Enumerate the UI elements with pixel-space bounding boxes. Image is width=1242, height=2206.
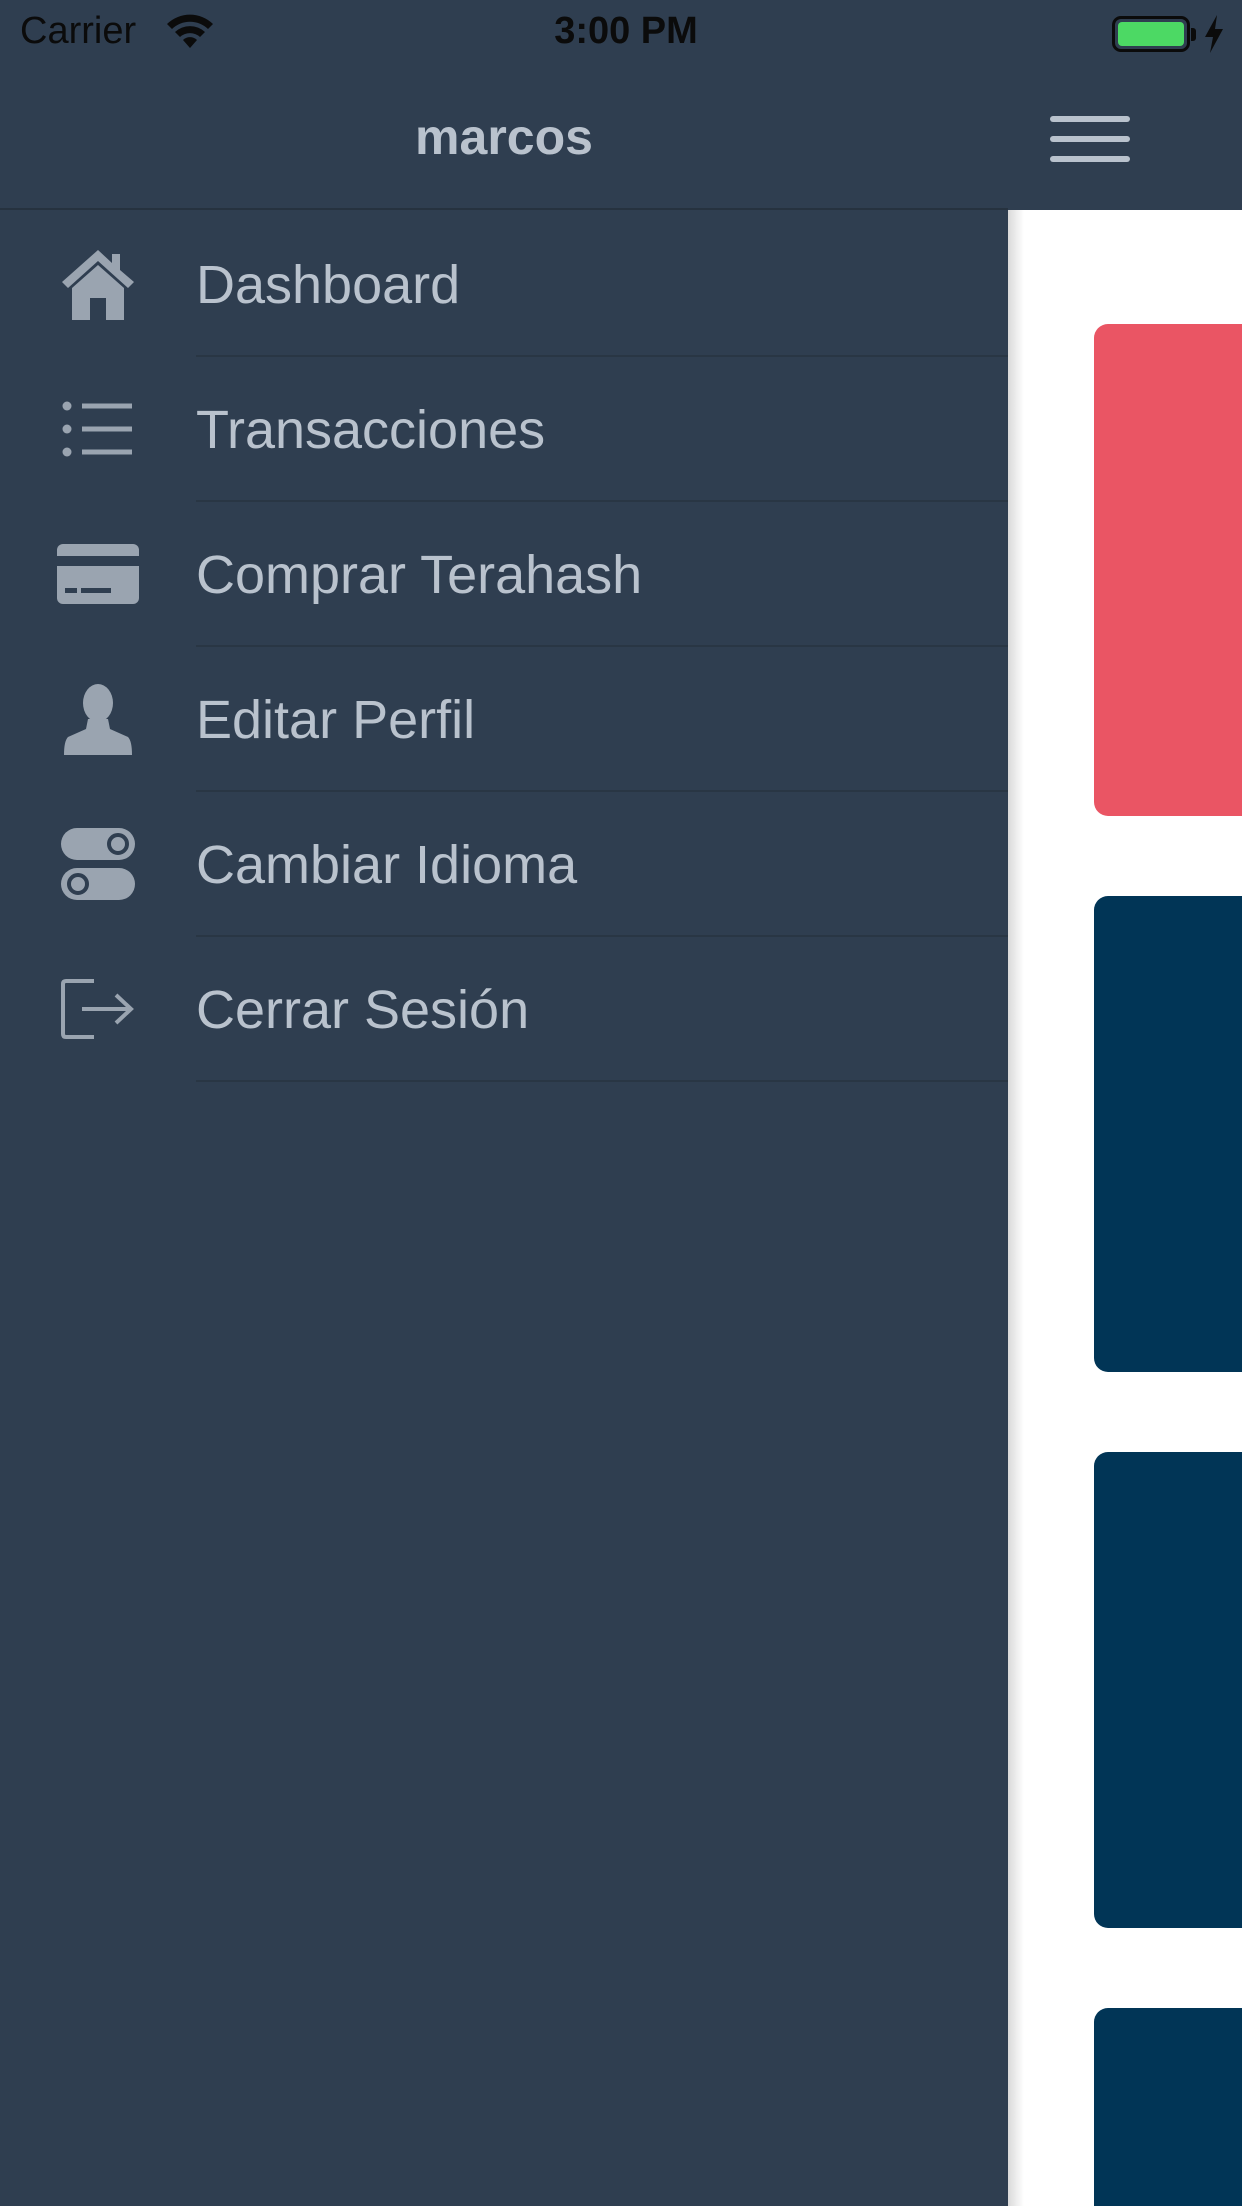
menu-item-label: Dashboard: [196, 255, 461, 315]
dashboard-card[interactable]: [1094, 324, 1242, 816]
user-icon: [56, 677, 140, 761]
status-time: 3:00 PM: [554, 10, 698, 52]
status-bar: Carrier 3:00 PM: [0, 0, 1242, 66]
menu-item-label: Comprar Terahash: [196, 545, 643, 605]
hamburger-icon[interactable]: [1050, 116, 1130, 166]
main-content: [1008, 0, 1242, 2206]
battery-cap: [1191, 28, 1196, 41]
battery-icon: [1112, 16, 1190, 52]
charging-bolt-icon: [1205, 15, 1223, 53]
toggles-icon: [56, 822, 140, 906]
drawer-username: marcos: [415, 109, 593, 165]
menu-item-editar-perfil[interactable]: Editar Perfil: [0, 647, 1008, 792]
menu-divider: [196, 1080, 1008, 1082]
menu-item-label: Cerrar Sesión: [196, 980, 530, 1040]
dashboard-card[interactable]: [1094, 896, 1242, 1372]
dashboard-card[interactable]: [1094, 1452, 1242, 1928]
list-icon: [56, 387, 140, 471]
drawer-header: marcos: [0, 66, 1008, 210]
dashboard-card[interactable]: [1094, 2008, 1242, 2206]
menu-item-label: Cambiar Idioma: [196, 835, 578, 895]
drawer-menu: Dashboard Transacciones Comprar Terahash…: [0, 212, 1008, 1082]
drawer-shadow: [1008, 210, 1024, 2206]
logout-icon: [56, 967, 140, 1051]
menu-item-cerrar-sesion[interactable]: Cerrar Sesión: [0, 937, 1008, 1082]
menu-item-comprar-terahash[interactable]: Comprar Terahash: [0, 502, 1008, 647]
home-icon: [56, 242, 140, 326]
menu-item-cambiar-idioma[interactable]: Cambiar Idioma: [0, 792, 1008, 937]
menu-item-label: Transacciones: [196, 400, 546, 460]
menu-item-label: Editar Perfil: [196, 690, 476, 750]
menu-item-transacciones[interactable]: Transacciones: [0, 357, 1008, 502]
credit-card-icon: [56, 532, 140, 616]
menu-item-dashboard[interactable]: Dashboard: [0, 212, 1008, 357]
side-drawer: marcos Dashboard Transacciones Comprar T…: [0, 0, 1008, 2206]
